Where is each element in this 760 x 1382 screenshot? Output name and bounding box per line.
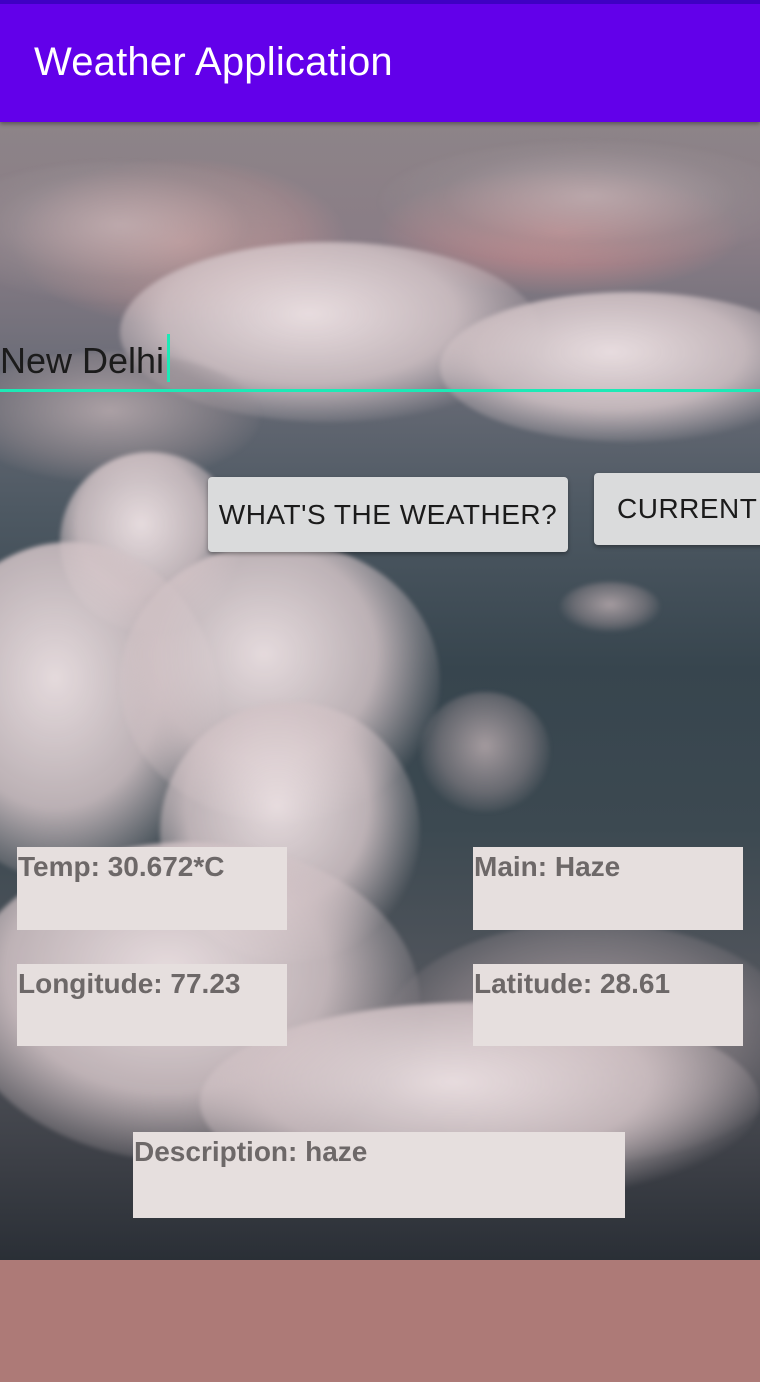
app-bar: Weather Application (0, 0, 760, 122)
latitude-display: Latitude: 28.61 (473, 964, 743, 1046)
city-input[interactable]: New Delhi (0, 330, 760, 392)
description-display: Description: haze (133, 1132, 625, 1218)
longitude-display: Longitude: 77.23 (17, 964, 287, 1046)
main-weather-display: Main: Haze (473, 847, 743, 930)
text-caret (167, 334, 170, 382)
bottom-area (0, 1260, 760, 1382)
temperature-display: Temp: 30.672*C (17, 847, 287, 930)
sky-background-image (0, 122, 760, 1260)
current-location-button[interactable]: Current (594, 473, 760, 545)
city-input-value: New Delhi (0, 340, 165, 381)
app-title: Weather Application (34, 40, 393, 84)
whats-the-weather-button[interactable]: What's the weather? (208, 477, 568, 552)
